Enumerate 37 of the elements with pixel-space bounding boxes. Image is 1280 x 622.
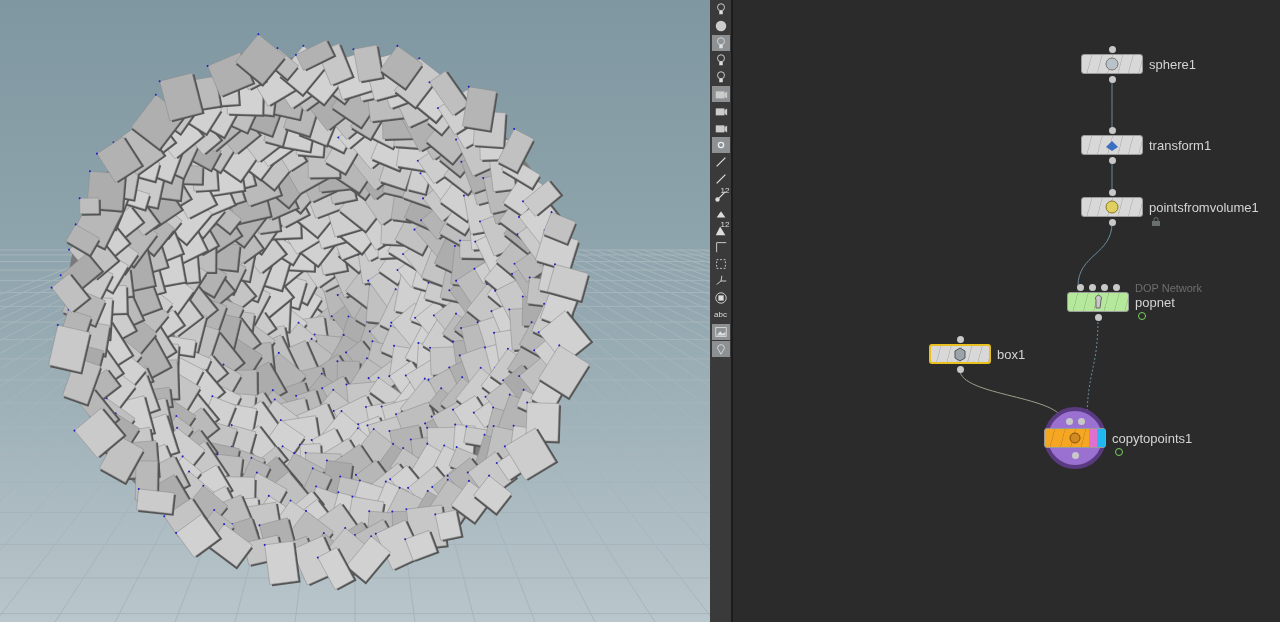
- copy-node-icon: [1067, 430, 1083, 446]
- node-tile[interactable]: [1081, 197, 1143, 217]
- image-icon: [713, 325, 728, 339]
- viewport-tool-button[interactable]: abc: [711, 307, 730, 323]
- viewport-tool-button[interactable]: [711, 86, 730, 102]
- node-tile[interactable]: [1081, 54, 1143, 74]
- volume-node-icon: [1104, 199, 1120, 215]
- node-tile[interactable]: [929, 344, 991, 364]
- node-name[interactable]: pointsfromvolume1: [1149, 201, 1259, 214]
- corner-icon: [713, 240, 728, 254]
- output-port[interactable]: [1108, 157, 1116, 164]
- node-tile[interactable]: [1081, 135, 1143, 155]
- viewport-tool-button[interactable]: [711, 341, 730, 357]
- viewport-tool-button[interactable]: [711, 137, 730, 153]
- input-port[interactable]: [1108, 127, 1116, 134]
- output-port[interactable]: [956, 366, 964, 373]
- node-name[interactable]: box1: [997, 348, 1026, 361]
- node-name[interactable]: copytopoints1: [1112, 432, 1193, 445]
- box-node-icon: [952, 346, 968, 362]
- sphere-icon: [713, 19, 728, 33]
- sphere-node-icon: [1104, 56, 1120, 72]
- viewport-tool-button[interactable]: 12: [711, 188, 730, 204]
- node-name[interactable]: transform1: [1149, 139, 1212, 152]
- node-name[interactable]: popnet: [1135, 296, 1175, 309]
- input-port[interactable]: [1108, 189, 1116, 196]
- viewport-tool-button[interactable]: [711, 324, 730, 340]
- viewport-tool-button[interactable]: [711, 35, 730, 51]
- node-type-label: DOP Network: [1135, 283, 1203, 294]
- grid-icon: [713, 257, 728, 271]
- input-port[interactable]: [956, 336, 964, 343]
- output-port[interactable]: [1108, 219, 1116, 226]
- node-name[interactable]: sphere1: [1149, 58, 1196, 71]
- output-port[interactable]: [1094, 314, 1102, 321]
- node-tile[interactable]: [1067, 292, 1129, 312]
- input-port[interactable]: [1108, 46, 1116, 53]
- viewport-tool-button[interactable]: 12: [711, 222, 730, 238]
- output-port[interactable]: [1108, 76, 1116, 83]
